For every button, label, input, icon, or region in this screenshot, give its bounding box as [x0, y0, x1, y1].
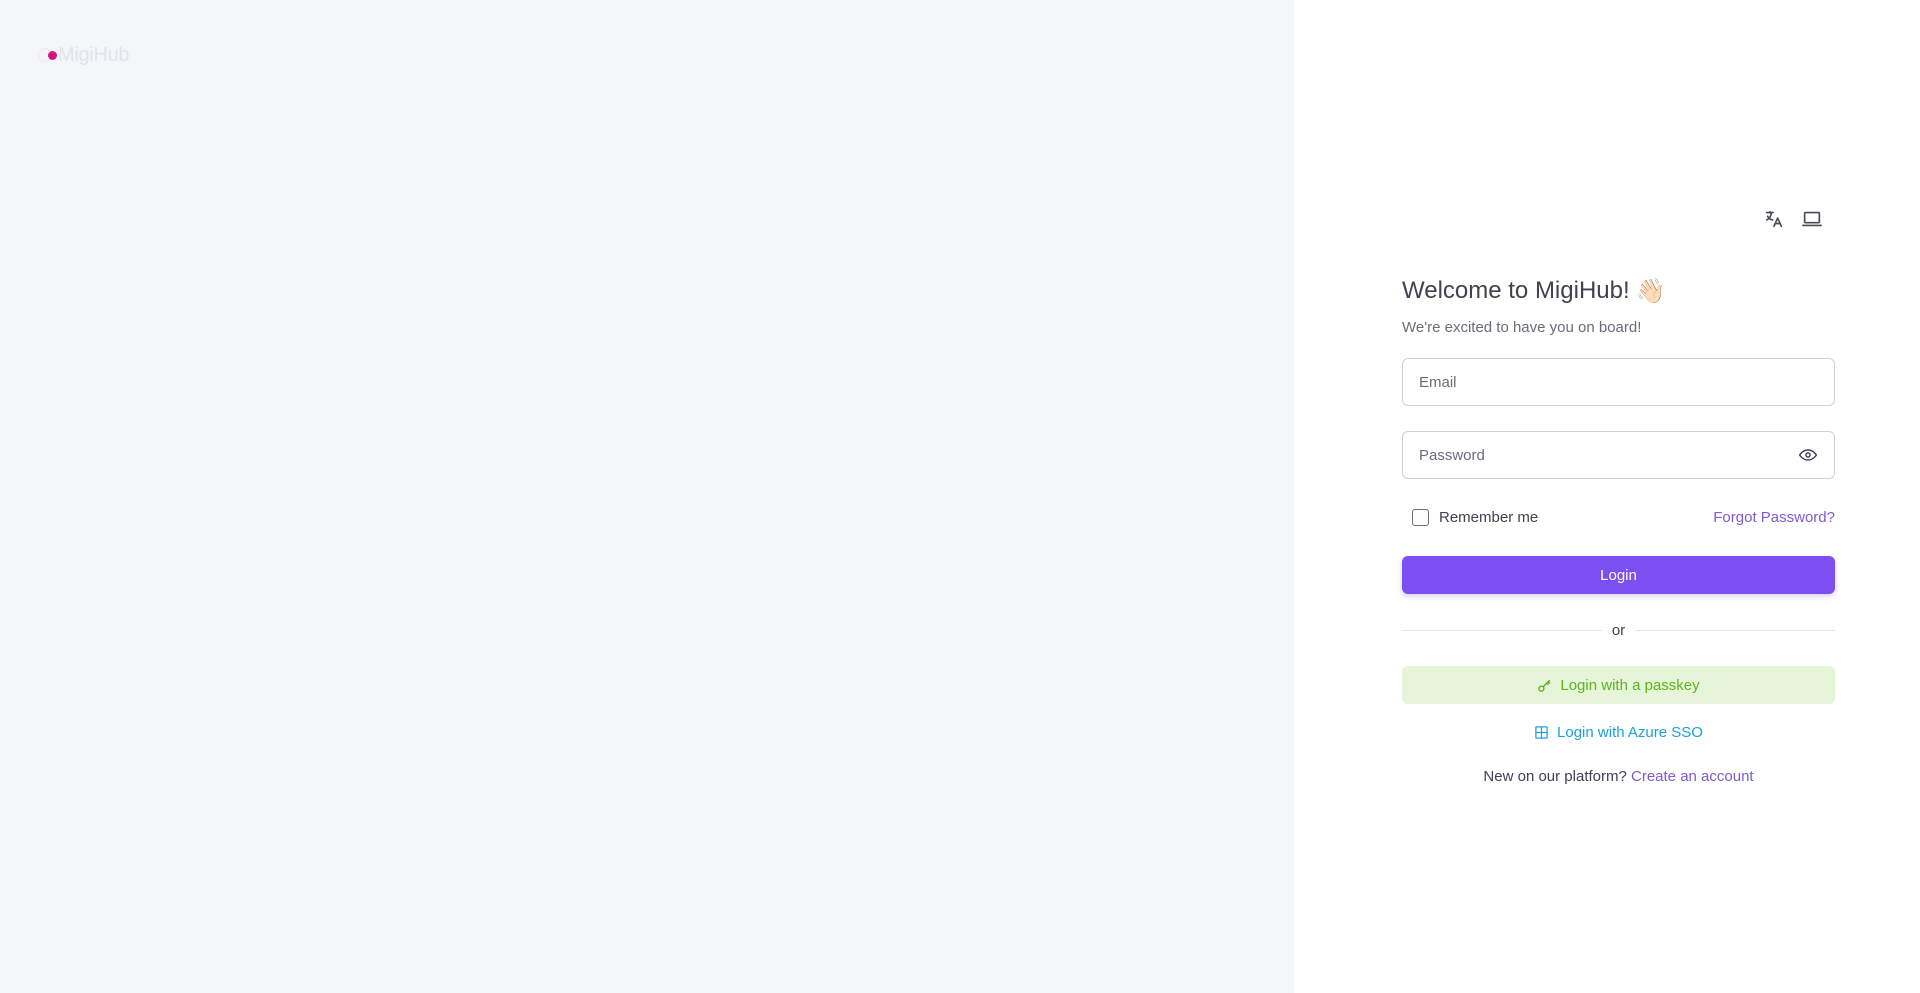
forgot-password-link[interactable]: Forgot Password?: [1713, 509, 1835, 526]
divider-label: or: [1611, 621, 1626, 639]
page-title: Welcome to MigiHub! 👋🏻: [1402, 274, 1835, 308]
password-field[interactable]: [1419, 446, 1818, 464]
email-field[interactable]: [1419, 373, 1818, 391]
translate-icon: [1765, 210, 1783, 228]
remember-row: Remember me Forgot Password?: [1402, 507, 1835, 527]
key-icon: [1538, 679, 1551, 692]
signup-prompt: New on our platform? Create an account: [1402, 768, 1835, 785]
illustration-panel: MigiHub: [0, 0, 1294, 993]
email-field-wrapper: [1402, 358, 1835, 406]
signup-text: New on our platform?: [1483, 768, 1627, 785]
passkey-label: Login with a passkey: [1560, 676, 1700, 694]
page-subtitle: We're excited to have you on board!: [1402, 319, 1642, 336]
microsoft-grid-icon: [1535, 725, 1548, 739]
login-button[interactable]: Login: [1402, 556, 1835, 594]
language-switcher-button[interactable]: [1762, 207, 1786, 231]
top-toolbar: [1762, 207, 1824, 231]
eye-icon[interactable]: [1798, 445, 1818, 465]
brand-logo[interactable]: MigiHub: [38, 43, 130, 66]
divider-line: [1635, 629, 1835, 631]
password-field-wrapper: [1402, 431, 1835, 479]
or-divider: or: [1402, 621, 1835, 639]
azure-label: Login with Azure SSO: [1557, 723, 1703, 741]
create-account-link[interactable]: Create an account: [1631, 768, 1754, 785]
brand-name: MigiHub: [58, 43, 130, 66]
azure-sso-button[interactable]: Login with Azure SSO: [1402, 713, 1835, 751]
logo-dot-icon: [48, 50, 57, 60]
waving-hand-icon: 👋🏻: [1635, 277, 1666, 305]
passkey-login-button[interactable]: Login with a passkey: [1402, 666, 1835, 704]
remember-me: Remember me: [1402, 508, 1538, 526]
login-form: Welcome to MigiHub! 👋🏻 We're excited to …: [1402, 274, 1835, 785]
welcome-text: Welcome to MigiHub!: [1402, 277, 1630, 304]
remember-label[interactable]: Remember me: [1439, 509, 1538, 526]
remember-checkbox[interactable]: [1412, 508, 1429, 526]
laptop-icon: [1802, 211, 1822, 227]
divider-line: [1402, 629, 1602, 631]
theme-switcher-button[interactable]: [1800, 207, 1824, 231]
